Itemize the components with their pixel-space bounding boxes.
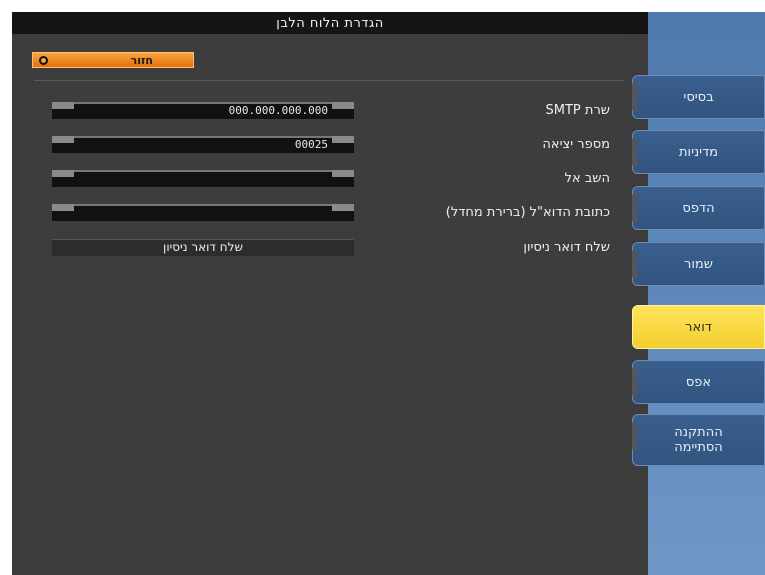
field-row-test-mail: שלח דואר ניסיון שלח דואר ניסיון <box>12 239 626 259</box>
window-title: הגדרת הלוח הלבן <box>12 12 648 34</box>
divider <box>34 80 624 81</box>
screen: הגדרת הלוח הלבן חזור 000.000.000.000 שרת… <box>12 12 765 575</box>
reply-to-label: השב אל <box>564 171 610 186</box>
tab-reset[interactable]: אפס <box>632 360 765 404</box>
back-button-label: חזור <box>130 53 153 67</box>
port-number-label: מספר יציאה <box>542 137 610 152</box>
tab-mail[interactable]: דואר <box>632 305 765 349</box>
smtp-server-input[interactable]: 000.000.000.000 <box>52 102 354 119</box>
tab-label: מדיניות <box>678 144 719 160</box>
smtp-server-label: שרת SMTP <box>545 103 610 118</box>
tab-basic[interactable]: בסיסי <box>632 75 765 119</box>
tab-label: אפס <box>685 374 712 390</box>
tab-label: בסיסי <box>683 89 714 105</box>
tab-label: שמור <box>684 256 713 272</box>
field-row-reply-to: השב אל <box>12 170 626 190</box>
default-email-input[interactable] <box>52 204 354 221</box>
tab-label: דואר <box>685 319 712 335</box>
default-email-label: כתובת הדוא"ל (ברירת מחדל) <box>445 205 610 220</box>
back-button[interactable]: חזור <box>32 52 194 68</box>
port-number-input[interactable]: 00025 <box>52 136 354 153</box>
back-arrow-icon <box>39 55 48 65</box>
reply-to-input[interactable] <box>52 170 354 187</box>
tab-print[interactable]: הדפס <box>632 186 765 230</box>
send-test-mail-label: שלח דואר ניסיון <box>523 240 610 255</box>
tab-setup-complete[interactable]: ההתקנה הסתיימה <box>632 414 765 466</box>
tab-policy[interactable]: מדיניות <box>632 130 765 174</box>
send-test-mail-button[interactable]: שלח דואר ניסיון <box>52 239 354 256</box>
tab-label: ההתקנה הסתיימה <box>674 425 723 455</box>
settings-panel: חזור 000.000.000.000 שרת SMTP 00025 מספר… <box>12 34 626 575</box>
tab-save[interactable]: שמור <box>632 242 765 286</box>
field-row-smtp-server: 000.000.000.000 שרת SMTP <box>12 102 626 122</box>
tab-label: הדפס <box>682 200 715 216</box>
field-row-port: 00025 מספר יציאה <box>12 136 626 156</box>
field-row-default-email: כתובת הדוא"ל (ברירת מחדל) <box>12 204 626 224</box>
